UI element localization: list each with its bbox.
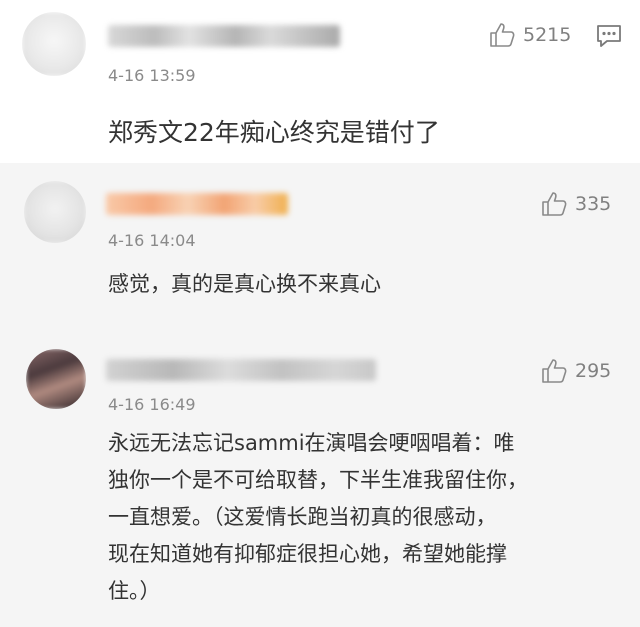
username[interactable] bbox=[106, 359, 376, 381]
comment-text: 永远无法忘记sammi在演唱会哽咽唱着：唯 独你一个是不可给取替，下半生准我留住… bbox=[108, 425, 608, 610]
comment-time: 4-16 14:04 bbox=[108, 231, 196, 250]
avatar[interactable] bbox=[22, 12, 86, 76]
comment-text-line: 独你一个是不可给取替，下半生准我留住你， bbox=[108, 468, 528, 492]
comment-text-line: 一直想爱。（这爱情长跑当初真的很感动， bbox=[108, 505, 497, 529]
thumbs-up-icon bbox=[490, 23, 515, 47]
comment-time: 4-16 16:49 bbox=[108, 395, 196, 414]
comment-text-line: 永远无法忘记sammi在演唱会哽咽唱着：唯 bbox=[108, 431, 515, 455]
comment-text: 郑秀文22年痴心终究是错付了 bbox=[108, 118, 440, 147]
comment-text-line: 现在知道她有抑郁症很担心她，希望她能撑 bbox=[108, 542, 507, 566]
like-button[interactable]: 5215 bbox=[489, 22, 571, 48]
like-count: 335 bbox=[575, 193, 612, 215]
like-count: 295 bbox=[575, 360, 612, 382]
username[interactable] bbox=[108, 25, 340, 47]
comment-text: 感觉，真的是真心换不来真心 bbox=[108, 272, 381, 296]
thumbs-up-icon bbox=[542, 359, 567, 383]
comment-text-line: 住。） bbox=[108, 579, 161, 603]
avatar[interactable] bbox=[26, 349, 86, 409]
username[interactable] bbox=[106, 193, 288, 215]
comment-item: 5215 4-16 13:59 郑秀文22年痴心终究是错付了 bbox=[0, 0, 640, 163]
like-count: 5215 bbox=[523, 24, 572, 46]
like-button[interactable]: 295 bbox=[541, 358, 611, 384]
thumbs-up-icon bbox=[542, 192, 567, 216]
comment-icon[interactable] bbox=[595, 23, 623, 49]
avatar[interactable] bbox=[24, 181, 86, 243]
comment-item: 335 4-16 14:04 bbox=[0, 163, 640, 331]
comment-time: 4-16 13:59 bbox=[108, 66, 196, 85]
like-button[interactable]: 335 bbox=[541, 191, 611, 217]
